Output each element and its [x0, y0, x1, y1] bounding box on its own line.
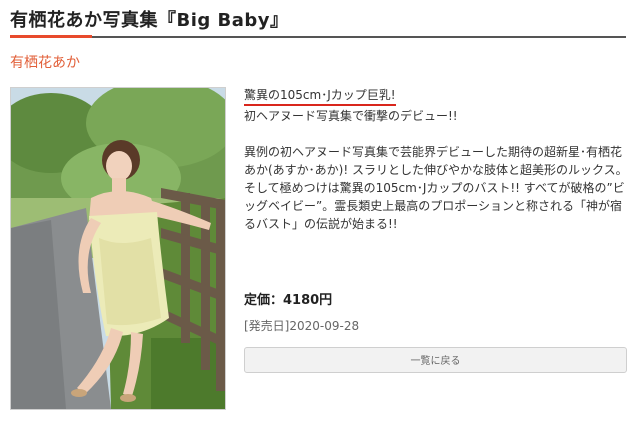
release-date: [発売日]2020-09-28: [244, 319, 360, 333]
price: 定価：4180円: [244, 293, 333, 308]
back-to-list-button[interactable]: 一覧に戻る: [244, 347, 627, 373]
description: 異例の初ヘアヌード写真集で芸能界デビューした期待の超新星･有栖花あか(あすか･あ…: [244, 145, 628, 231]
page-title: 有栖花あか写真集『Big Baby』: [10, 10, 289, 31]
subheadline: 初ヘアヌード写真集で衝撃のデビュー!!: [244, 109, 458, 123]
title-accent-bar: [10, 35, 92, 38]
product-info: 驚異の105cm･Jカップ巨乳! 初ヘアヌード写真集で衝撃のデビュー!! 異例の…: [244, 84, 628, 233]
cover-image: [10, 87, 226, 410]
headline: 驚異の105cm･Jカップ巨乳!: [244, 86, 396, 106]
cover-photo-illustration: [11, 88, 225, 409]
author-name: 有栖花あか: [10, 55, 80, 71]
title-divider: [10, 36, 626, 38]
